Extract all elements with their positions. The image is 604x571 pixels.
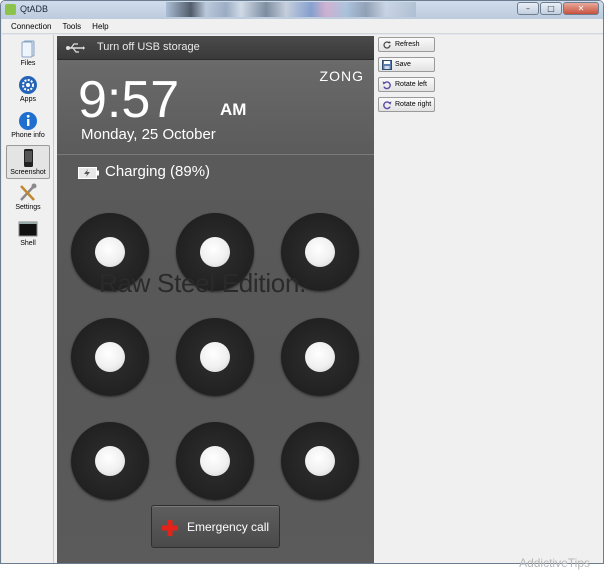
rotate-left-label: Rotate left: [395, 81, 427, 88]
blurred-region: [166, 2, 416, 17]
menu-bar: Connection Tools Help: [2, 19, 603, 34]
save-button[interactable]: Save: [378, 57, 435, 72]
sidebar-item-label: Shell: [20, 240, 36, 247]
lockscreen-date: Monday, 25 October: [81, 126, 216, 143]
refresh-icon: [383, 40, 391, 49]
sidebar-item-label: Screenshot: [10, 169, 46, 176]
sidebar-item-shell[interactable]: Shell: [6, 217, 50, 251]
battery-charging-icon: [78, 167, 99, 179]
sidebar: Files Apps Phone info Screenshot Setting…: [4, 35, 54, 563]
apps-icon: [19, 76, 37, 94]
refresh-label: Refresh: [395, 41, 420, 48]
sidebar-item-label: Phone info: [11, 132, 45, 139]
window-controls: – □ ✕: [517, 2, 599, 15]
pattern-dot-4[interactable]: [71, 318, 149, 396]
menu-connection[interactable]: Connection: [11, 22, 51, 31]
usb-notification: Turn off USB storage: [97, 41, 200, 53]
window-title: QtADB: [20, 4, 49, 14]
pattern-dot-7[interactable]: [71, 422, 149, 500]
sidebar-item-files[interactable]: Files: [6, 37, 50, 71]
rotate-right-button[interactable]: Rotate right: [378, 97, 435, 112]
menu-tools[interactable]: Tools: [62, 22, 81, 31]
lockscreen-clock: 9:57: [78, 71, 180, 129]
rotate-right-label: Rotate right: [395, 101, 432, 108]
sidebar-item-label: Files: [20, 60, 36, 67]
app-logo-icon: [5, 4, 16, 15]
pattern-dot-8[interactable]: [176, 422, 254, 500]
save-icon: [382, 59, 392, 70]
main-area: Files Apps Phone info Screenshot Setting…: [2, 35, 603, 563]
phone-status-bar[interactable]: Turn off USB storage: [57, 36, 374, 60]
save-label: Save: [395, 61, 411, 68]
theme-overlay-text: Raw Steel Edition.: [99, 268, 307, 298]
carrier-name: ZONG: [319, 68, 364, 84]
phone-screenshot: Turn off USB storage ZONG 9:57 AM Monday…: [57, 36, 374, 563]
divider: [57, 154, 374, 155]
sidebar-item-label: Settings: [15, 204, 41, 211]
refresh-button[interactable]: Refresh: [378, 37, 435, 52]
sidebar-item-phone-info[interactable]: Phone info: [6, 109, 50, 143]
close-button[interactable]: ✕: [563, 2, 599, 15]
pattern-dot-6[interactable]: [281, 318, 359, 396]
battery-status: Charging (89%): [105, 163, 211, 180]
pattern-dot-5[interactable]: [176, 318, 254, 396]
title-bar: QtADB – □ ✕: [1, 1, 603, 19]
site-watermark: AddictiveTips: [519, 556, 590, 570]
info-icon: [19, 112, 37, 130]
usb-icon: [66, 43, 85, 53]
settings-icon: [20, 183, 37, 201]
sidebar-item-settings[interactable]: Settings: [6, 181, 50, 215]
maximize-button[interactable]: □: [540, 2, 562, 15]
emergency-call-label: Emergency call: [187, 520, 270, 534]
lockscreen-ampm: AM: [220, 100, 247, 119]
emergency-call-button[interactable]: Emergency call: [151, 505, 280, 548]
rotate-left-button[interactable]: Rotate left: [378, 77, 435, 92]
red-cross-icon: [162, 520, 178, 536]
sidebar-item-label: Apps: [20, 96, 36, 103]
rotate-left-icon: [382, 80, 391, 89]
phone-icon: [24, 149, 33, 167]
minimize-button[interactable]: –: [517, 2, 539, 15]
files-icon: [21, 40, 35, 58]
rotate-right-icon: [383, 100, 392, 109]
pattern-dot-9[interactable]: [281, 422, 359, 500]
sidebar-item-apps[interactable]: Apps: [6, 73, 50, 107]
sidebar-item-screenshot[interactable]: Screenshot: [6, 145, 50, 179]
menu-help[interactable]: Help: [92, 22, 108, 31]
app-window: QtADB – □ ✕ Connection Tools Help Files: [0, 0, 604, 564]
shell-icon: [18, 221, 38, 237]
